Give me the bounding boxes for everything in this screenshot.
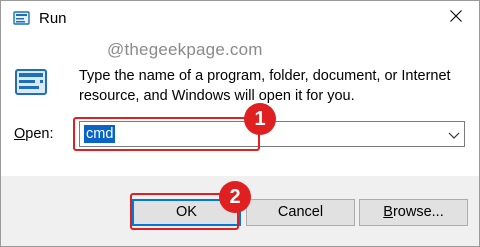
open-label: Open: [14,126,54,142]
close-button[interactable] [433,1,479,35]
cancel-button[interactable]: Cancel [246,199,355,226]
close-icon [450,9,462,27]
open-label-accelerator: O [14,126,26,142]
window-title: Run [39,10,67,27]
browse-label-rest: rowse... [392,204,444,220]
run-app-icon [13,10,31,26]
browse-button[interactable]: Browse... [359,199,468,226]
title-bar[interactable]: Run [1,1,479,35]
watermark: @thegeekpage.com [107,40,263,59]
open-label-rest: pen: [25,126,54,142]
chevron-down-icon[interactable] [448,128,460,140]
step-badge-2: 2 [219,181,251,213]
run-program-icon [14,67,50,97]
browse-accelerator: B [383,204,393,220]
step-badge-1: 1 [244,103,276,135]
dialog-description: Type the name of a program, folder, docu… [79,68,451,104]
highlight-open-field [73,117,260,151]
